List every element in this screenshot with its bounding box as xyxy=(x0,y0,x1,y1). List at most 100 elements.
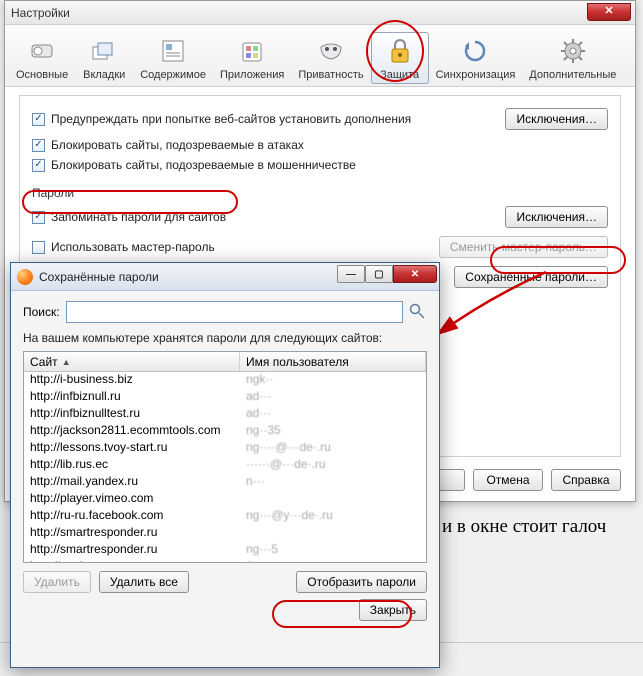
gear-icon xyxy=(557,35,589,67)
cell-site: http://study.tvoy-start.ru xyxy=(24,559,240,562)
checkbox-warn-addons[interactable]: ✓ Предупреждать при попытке веб-сайтов у… xyxy=(32,112,411,126)
cell-user: n··· xyxy=(240,474,426,491)
table-row[interactable]: http://lib.rus.ec······@···de·.ru xyxy=(24,457,426,474)
checkbox-label: Запоминать пароли для сайтов xyxy=(51,210,226,224)
tab-applications[interactable]: Приложения xyxy=(213,32,291,84)
mask-icon xyxy=(315,35,347,67)
sort-arrow-icon: ▲ xyxy=(62,357,71,367)
search-row: Поиск: xyxy=(23,301,427,323)
tab-security[interactable]: Защита xyxy=(371,32,429,84)
cell-user: ng···5 xyxy=(240,542,426,559)
help-button[interactable]: Справка xyxy=(551,469,621,491)
table-row[interactable]: http://player.vimeo.com xyxy=(24,491,426,508)
column-user[interactable]: Имя пользователя xyxy=(240,352,426,371)
checkbox-icon: ✓ xyxy=(32,159,45,172)
table-row[interactable]: http://mail.yandex.run··· xyxy=(24,474,426,491)
tab-privacy[interactable]: Приватность xyxy=(291,32,370,84)
cell-site: http://i-business.biz xyxy=(24,372,240,389)
apps-icon xyxy=(236,35,268,67)
tab-label: Приложения xyxy=(220,69,284,81)
search-icon xyxy=(409,303,427,321)
cell-site: http://lessons.tvoy-start.ru xyxy=(24,440,240,457)
dialog-titlebar: Сохранённые пароли — ▢ ✕ xyxy=(11,263,439,291)
checkbox-remember-passwords[interactable]: ✓ Запоминать пароли для сайтов xyxy=(32,210,226,224)
cell-site: http://ru-ru.facebook.com xyxy=(24,508,240,525)
tab-label: Содержимое xyxy=(140,69,206,81)
table-row[interactable]: http://i-business.bizngk·· xyxy=(24,372,426,389)
table-row[interactable]: http://study.tvoy-start.ru3···· xyxy=(24,559,426,562)
table-row[interactable]: http://lessons.tvoy-start.rung····@···de… xyxy=(24,440,426,457)
cell-site: http://player.vimeo.com xyxy=(24,491,240,508)
table-row[interactable]: http://smartresponder.rung···5 xyxy=(24,542,426,559)
cell-site: http://lib.rus.ec xyxy=(24,457,240,474)
cell-user: ······@···de·.ru xyxy=(240,457,426,474)
exceptions-button-1[interactable]: Исключения… xyxy=(505,108,608,130)
window-close-button[interactable]: ✕ xyxy=(587,3,631,21)
table-row[interactable]: http://ru-ru.facebook.comng···@y···de·.r… xyxy=(24,508,426,525)
saved-passwords-button[interactable]: Сохранённые пароли… xyxy=(454,266,608,288)
switch-icon xyxy=(26,35,58,67)
tab-label: Вкладки xyxy=(83,69,125,81)
cell-user: ad··· xyxy=(240,406,426,423)
lock-icon xyxy=(384,35,416,67)
checkbox-icon: ✓ xyxy=(32,113,45,126)
checkbox-label: Предупреждать при попытке веб-сайтов уст… xyxy=(51,112,411,126)
tab-advanced[interactable]: Дополнительные xyxy=(522,32,623,84)
checkbox-block-forgery[interactable]: ✓ Блокировать сайты, подозреваемые в мош… xyxy=(32,158,608,172)
checkbox-block-attack[interactable]: ✓ Блокировать сайты, подозреваемые в ата… xyxy=(32,138,608,152)
tab-tabs[interactable]: Вкладки xyxy=(75,32,133,84)
cell-user: ng···@y···de·.ru xyxy=(240,508,426,525)
window-title: Настройки xyxy=(11,6,70,20)
delete-button[interactable]: Удалить xyxy=(23,571,91,593)
cell-site: http://smartresponder.ru xyxy=(24,542,240,559)
cell-site: http://mail.yandex.ru xyxy=(24,474,240,491)
tab-label: Защита xyxy=(380,69,419,81)
tab-label: Дополнительные xyxy=(529,69,616,81)
tab-sync[interactable]: Синхронизация xyxy=(429,32,523,84)
checkbox-label: Использовать мастер-пароль xyxy=(51,240,215,254)
cell-site: http://infbiznulltest.ru xyxy=(24,406,240,423)
checkbox-icon: ✓ xyxy=(32,139,45,152)
table-row[interactable]: http://infbiznull.ruad··· xyxy=(24,389,426,406)
close-button[interactable]: Закрыть xyxy=(359,599,427,621)
table-header: Сайт▲ Имя пользователя xyxy=(24,352,426,372)
delete-all-button[interactable]: Удалить все xyxy=(99,571,189,593)
tab-label: Приватность xyxy=(298,69,363,81)
saved-passwords-dialog: Сохранённые пароли — ▢ ✕ Поиск: На вашем… xyxy=(10,262,440,668)
settings-toolbar: Основные Вкладки Содержимое Приложения П… xyxy=(5,25,635,87)
cell-user xyxy=(240,525,426,542)
content-icon xyxy=(157,35,189,67)
dialog-close-button[interactable]: ✕ xyxy=(393,265,437,283)
background-text: и в окне стоит галоч xyxy=(442,516,606,538)
checkbox-master-password[interactable]: ✓ Использовать мастер-пароль xyxy=(32,240,215,254)
minimize-button[interactable]: — xyxy=(337,265,365,283)
maximize-button[interactable]: ▢ xyxy=(365,265,393,283)
change-master-password-button: Сменить мастер-пароль… xyxy=(439,236,608,258)
cell-user: ad··· xyxy=(240,389,426,406)
table-row[interactable]: http://infbiznulltest.ruad··· xyxy=(24,406,426,423)
checkbox-icon: ✓ xyxy=(32,211,45,224)
tab-content[interactable]: Содержимое xyxy=(133,32,213,84)
cell-site: http://infbiznull.ru xyxy=(24,389,240,406)
tabs-icon xyxy=(88,35,120,67)
titlebar: Настройки ✕ xyxy=(5,1,635,25)
table-row[interactable]: http://jackson2811.ecommtools.comng··35 xyxy=(24,423,426,440)
passwords-table: Сайт▲ Имя пользователя http://i-business… xyxy=(23,351,427,563)
checkbox-icon: ✓ xyxy=(32,241,45,254)
table-row[interactable]: http://smartresponder.ru xyxy=(24,525,426,542)
cell-user: ngk·· xyxy=(240,372,426,389)
cell-user xyxy=(240,491,426,508)
dialog-title: Сохранённые пароли xyxy=(39,270,159,284)
show-passwords-button[interactable]: Отобразить пароли xyxy=(296,571,427,593)
exceptions-button-2[interactable]: Исключения… xyxy=(505,206,608,228)
firefox-icon xyxy=(17,269,33,285)
checkbox-label: Блокировать сайты, подозреваемые в мошен… xyxy=(51,158,356,172)
column-site[interactable]: Сайт▲ xyxy=(24,352,240,371)
cancel-button[interactable]: Отмена xyxy=(473,469,543,491)
cell-site: http://jackson2811.ecommtools.com xyxy=(24,423,240,440)
passwords-section-label: Пароли xyxy=(32,186,608,200)
search-input[interactable] xyxy=(66,301,403,323)
cell-user: ng··35 xyxy=(240,423,426,440)
tab-general[interactable]: Основные xyxy=(9,32,75,84)
tab-label: Основные xyxy=(16,69,68,81)
